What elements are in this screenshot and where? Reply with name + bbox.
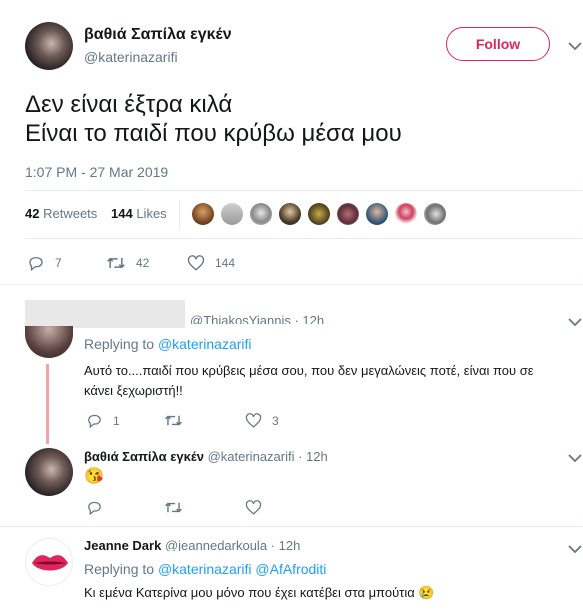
reply-author-name[interactable]: Jeanne Dark <box>84 538 161 551</box>
liker-avatar[interactable] <box>250 203 272 225</box>
reply-action[interactable] <box>86 499 113 516</box>
retweets-count: 42 <box>25 206 40 221</box>
reply-emoji: 😘 <box>84 468 104 485</box>
likes-count: 144 <box>111 206 133 221</box>
reply-author-handle-time[interactable]: @ThiakosYiannis · 12h <box>190 313 324 324</box>
likes-label: Likes <box>136 206 167 221</box>
retweets-stat[interactable]: 42 Retweets <box>25 206 97 221</box>
liker-avatar[interactable] <box>424 203 446 225</box>
retweet-icon <box>107 257 125 269</box>
reply-author-handle-time[interactable]: @katerinazarifi · 12h <box>208 449 328 464</box>
divider <box>0 284 583 285</box>
reply-text-body: Κι εμένα Κατερίνα μου μόνο που έχει κατέ… <box>84 585 415 600</box>
chevron-down-icon[interactable] <box>567 543 583 555</box>
tweet-text-line-1: Δεν είναι έξτρα κιλά <box>25 91 233 118</box>
tweet-text-line-2: Είναι το παιδί που κρύβω μέσα μου <box>25 120 402 147</box>
reply-count: 1 <box>113 413 120 428</box>
replying-to-link[interactable]: @katerinazarifi <box>158 561 252 577</box>
retweet-icon <box>165 502 182 513</box>
liker-avatar[interactable] <box>366 203 388 225</box>
replying-to-link[interactable]: @AfAfroditi <box>255 561 326 577</box>
liker-avatar[interactable] <box>221 203 243 225</box>
replying-to: Replying to @katerinazarifi <box>84 336 252 352</box>
reply-author-avatar[interactable] <box>25 538 73 586</box>
author-display-name[interactable]: βαθιά Σαπίλα εγκέν <box>84 26 232 44</box>
reply-action[interactable]: 7 <box>27 254 62 272</box>
thread-line <box>46 364 49 444</box>
chevron-down-icon[interactable] <box>567 316 583 328</box>
stats-divider <box>179 200 180 230</box>
reply-text-line-1: Αυτό το....παιδί που κρύβεις μέσα σου, π… <box>84 363 534 378</box>
like-action[interactable]: 3 <box>245 412 279 429</box>
liker-avatar[interactable] <box>192 203 214 225</box>
retweets-label: Retweets <box>43 206 98 221</box>
tweet-timestamp[interactable]: 1:07 PM - 27 Mar 2019 <box>25 164 168 180</box>
divider <box>25 190 583 191</box>
liker-avatar[interactable] <box>308 203 330 225</box>
reply-text: Κι εμένα Κατερίνα μου μόνο που έχει κατέ… <box>84 585 435 601</box>
reply-author-handle-time[interactable]: @jeannedarkoula · 12h <box>165 538 300 551</box>
reply-count: 7 <box>55 256 62 270</box>
like-action[interactable]: 144 <box>187 254 235 272</box>
reply-author-avatar[interactable] <box>25 326 73 358</box>
retweet-action[interactable] <box>164 499 193 516</box>
reply-action[interactable]: 1 <box>86 412 120 429</box>
reply-icon <box>88 414 101 429</box>
replying-to: Replying to @katerinazarifi @AfAfroditi <box>84 561 326 577</box>
reply-author[interactable]: Jeanne Dark @jeannedarkoula · 12h <box>84 538 300 551</box>
heart-icon <box>187 255 205 271</box>
replying-label: Replying to <box>84 561 155 577</box>
divider <box>0 526 583 527</box>
reply-author-name[interactable]: βαθιά Σαπίλα εγκέν <box>84 449 204 464</box>
retweet-action[interactable]: 42 <box>106 254 149 272</box>
reply-author[interactable]: βαθιά Σαπίλα εγκέν @katerinazarifi · 12h <box>84 449 328 464</box>
reply-author-avatar[interactable] <box>25 448 73 496</box>
hidden-author-placeholder <box>25 300 185 328</box>
like-count: 3 <box>272 413 279 428</box>
reply-icon <box>88 501 101 516</box>
divider <box>25 238 583 239</box>
author-handle[interactable]: @katerinazarifi <box>84 49 178 65</box>
retweet-count: 42 <box>136 256 150 270</box>
heart-icon <box>245 413 262 428</box>
likes-stat[interactable]: 144 Likes <box>111 206 167 221</box>
chevron-down-icon[interactable] <box>567 452 583 464</box>
lips-icon <box>32 555 68 571</box>
heart-icon <box>245 500 262 515</box>
replying-to-link[interactable]: @katerinazarifi <box>158 336 252 352</box>
reply-text-line-2: κάνει ξεχωριστή!! <box>84 383 183 398</box>
like-count: 144 <box>215 256 236 270</box>
chevron-down-icon[interactable] <box>567 40 583 52</box>
like-action[interactable] <box>245 499 272 516</box>
liker-avatar[interactable] <box>279 203 301 225</box>
reply-icon <box>29 257 43 272</box>
author-avatar[interactable] <box>25 22 73 70</box>
replying-label: Replying to <box>84 336 155 352</box>
liker-avatar[interactable] <box>337 203 359 225</box>
retweet-action[interactable] <box>164 412 193 429</box>
reply-emoji: 😢 <box>418 585 435 600</box>
liker-avatar[interactable] <box>395 203 417 225</box>
follow-button[interactable]: Follow <box>446 27 550 61</box>
retweet-icon <box>165 415 182 426</box>
